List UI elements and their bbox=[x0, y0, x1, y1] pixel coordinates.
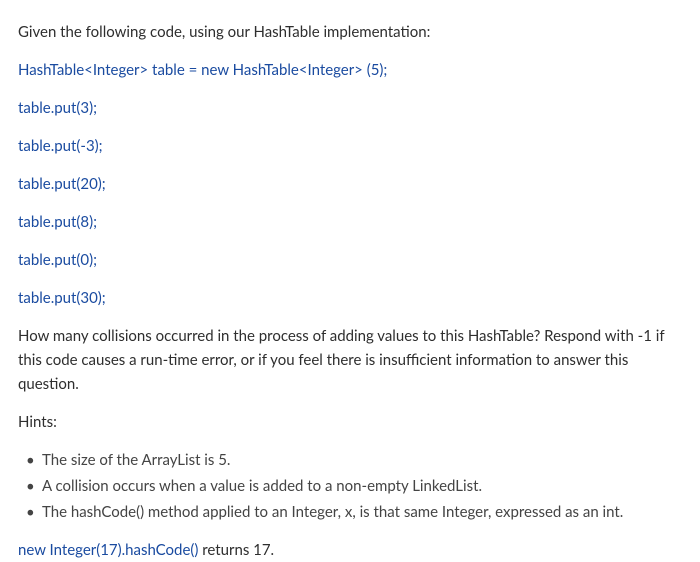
hint-item-0: The size of the ArrayList is 5. bbox=[22, 448, 682, 472]
hint-item-2: The hashCode() method applied to an Inte… bbox=[22, 500, 682, 524]
intro-text: Given the following code, using our Hash… bbox=[18, 20, 682, 44]
question-text: How many collisions occurred in the proc… bbox=[18, 324, 682, 396]
code-line-0: HashTable<Integer> table = new HashTable… bbox=[18, 58, 682, 82]
code-line-3: table.put(20); bbox=[18, 172, 682, 196]
code-line-6: table.put(30); bbox=[18, 286, 682, 310]
example-line: new Integer(17).hashCode() returns 17. bbox=[18, 538, 682, 562]
code-line-2: table.put(-3); bbox=[18, 134, 682, 158]
code-line-4: table.put(8); bbox=[18, 210, 682, 234]
code-line-1: table.put(3); bbox=[18, 96, 682, 120]
hints-list: The size of the ArrayList is 5. A collis… bbox=[18, 448, 682, 524]
example-result: returns 17. bbox=[198, 541, 274, 559]
hints-label: Hints: bbox=[18, 410, 682, 434]
code-line-5: table.put(0); bbox=[18, 248, 682, 272]
hint-item-1: A collision occurs when a value is added… bbox=[22, 474, 682, 498]
example-code: new Integer(17).hashCode() bbox=[18, 541, 198, 559]
